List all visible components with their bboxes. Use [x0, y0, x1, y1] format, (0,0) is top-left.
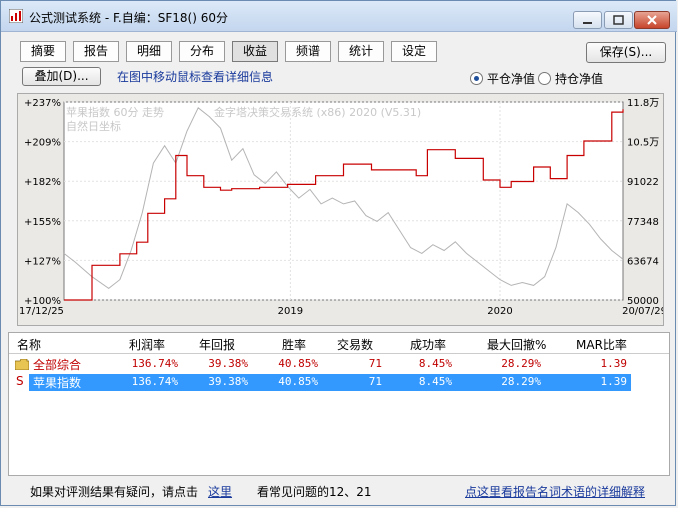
- tab-spectrum[interactable]: 频谱: [285, 41, 331, 62]
- title-bar[interactable]: 公式测试系统 - F.自编：SF18() 60分: [1, 1, 677, 32]
- right-axis-tick: 11.8万: [627, 98, 659, 109]
- col-max-drawdown[interactable]: 最大回撤%: [487, 336, 546, 353]
- x-axis-tick: 2020: [487, 306, 512, 317]
- row-name: 全部综合: [33, 358, 82, 372]
- footer-glossary-link[interactable]: 点这里看报告名词术语的详细解释: [465, 483, 645, 500]
- cell-max-drawdown: 28.29%: [501, 357, 541, 370]
- results-table: 名称 利润率 年回报 胜率 交易数 成功率 最大回撤% MAR比率 全部综合 1…: [8, 332, 670, 476]
- right-axis-tick: 10.5万: [627, 138, 659, 149]
- footer-question: 如果对评测结果有疑问，请点击: [30, 485, 199, 499]
- series-marker: S: [16, 374, 24, 388]
- chart-watermark: 金字塔决策交易系统 (x86) 2020 (V5.31): [214, 105, 421, 119]
- col-profit-rate[interactable]: 利润率: [129, 336, 165, 353]
- plot-area: [63, 101, 624, 301]
- chart-hint: 在图中移动鼠标查看详细信息: [117, 70, 274, 84]
- cell-success-rate: 8.45%: [418, 375, 452, 388]
- maximize-icon: [613, 15, 624, 25]
- minimize-button[interactable]: [573, 11, 602, 29]
- footer-bar: 如果对评测结果有疑问，请点击 这里 看常见问题的12、21 点这里看报告名词术语…: [1, 480, 677, 500]
- cell-mar-ratio: 1.39: [600, 375, 628, 388]
- radio-close-label: 平仓净值: [487, 72, 536, 86]
- col-trades[interactable]: 交易数: [337, 336, 373, 353]
- tab-returns[interactable]: 收益: [232, 41, 278, 62]
- footer-here-link[interactable]: 这里: [208, 483, 232, 500]
- tab-statistics[interactable]: 统计: [338, 41, 384, 62]
- cell-win-rate: 40.85%: [278, 375, 318, 388]
- table-header: 名称 利润率 年回报 胜率 交易数 成功率 最大回撤% MAR比率: [9, 333, 669, 354]
- save-button[interactable]: 保存(S)...: [586, 42, 666, 63]
- cell-annual-return: 39.38%: [208, 375, 248, 388]
- overlay-button[interactable]: 叠加(D)...: [22, 67, 101, 86]
- cell-mar-ratio: 1.39: [600, 357, 628, 370]
- folder-icon: [15, 359, 29, 370]
- returns-chart[interactable]: +237% 11.8万 +209% 10.5万 +182% 91022 +155% 77348…: [17, 93, 664, 326]
- tab-summary[interactable]: 摘要: [20, 41, 66, 62]
- cell-profit-rate: 136.74%: [131, 375, 178, 388]
- col-win-rate[interactable]: 胜率: [282, 336, 306, 353]
- row-name: 苹果指数: [33, 376, 82, 390]
- cell-annual-return: 39.38%: [208, 357, 248, 370]
- x-axis-tick: 20/07/29: [622, 306, 663, 317]
- tab-settings[interactable]: 设定: [391, 41, 437, 62]
- tab-details[interactable]: 明细: [126, 41, 172, 62]
- radio-selected-icon: [470, 72, 483, 85]
- window-title: 公式测试系统 - F.自编：SF18() 60分: [29, 11, 228, 25]
- col-name[interactable]: 名称: [17, 336, 41, 353]
- table-row[interactable]: 全部综合 136.74% 39.38% 40.85% 71 8.45% 28.2…: [9, 356, 669, 373]
- left-axis-tick: +182%: [24, 177, 61, 188]
- minimize-icon: [583, 22, 592, 24]
- main-window: 公式测试系统 - F.自编：SF18() 60分 摘要 报告 明细 分布 收益 …: [0, 0, 677, 506]
- cell-trades: 71: [368, 375, 382, 388]
- x-axis-tick: 2019: [278, 306, 303, 317]
- radio-hold-nav[interactable]: 持仓净值: [538, 70, 603, 87]
- right-axis-tick: 77348: [627, 217, 659, 228]
- cell-success-rate: 8.45%: [418, 357, 452, 370]
- col-annual-return[interactable]: 年回报: [199, 336, 235, 353]
- table-row[interactable]: S 苹果指数 136.74% 39.38% 40.85% 71 8.45% 28…: [9, 374, 669, 391]
- tab-report[interactable]: 报告: [73, 41, 119, 62]
- cell-win-rate: 40.85%: [278, 357, 318, 370]
- cell-trades: 71: [368, 357, 382, 370]
- cell-max-drawdown: 28.29%: [501, 375, 541, 388]
- left-axis-tick: +155%: [24, 217, 61, 228]
- col-success-rate[interactable]: 成功率: [410, 336, 446, 353]
- cell-profit-rate: 136.74%: [131, 357, 178, 370]
- radio-close-nav[interactable]: 平仓净值: [470, 70, 535, 87]
- right-axis-tick: 63674: [627, 256, 659, 267]
- radio-hold-label: 持仓净值: [555, 72, 604, 86]
- x-axis-tick: 17/12/25: [19, 306, 64, 317]
- close-button[interactable]: [634, 11, 670, 29]
- col-mar-ratio[interactable]: MAR比率: [576, 336, 627, 353]
- radio-unselected-icon: [538, 72, 551, 85]
- legend-series: 苹果指数 60分 走势: [66, 105, 164, 119]
- left-axis-tick: +209%: [24, 138, 61, 149]
- close-icon: [647, 15, 657, 25]
- maximize-button[interactable]: [604, 11, 633, 29]
- footer-faq: 看常见问题的12、21: [257, 485, 372, 499]
- app-icon: [9, 9, 23, 23]
- left-axis-tick: +237%: [24, 98, 61, 109]
- legend-axis-mode: 自然日坐标: [66, 119, 121, 133]
- right-axis-tick: 91022: [627, 177, 659, 188]
- chart-canvas[interactable]: +237% 11.8万 +209% 10.5万 +182% 91022 +155% 77348…: [18, 94, 663, 325]
- left-axis-tick: +127%: [24, 256, 61, 267]
- tab-distribution[interactable]: 分布: [179, 41, 225, 62]
